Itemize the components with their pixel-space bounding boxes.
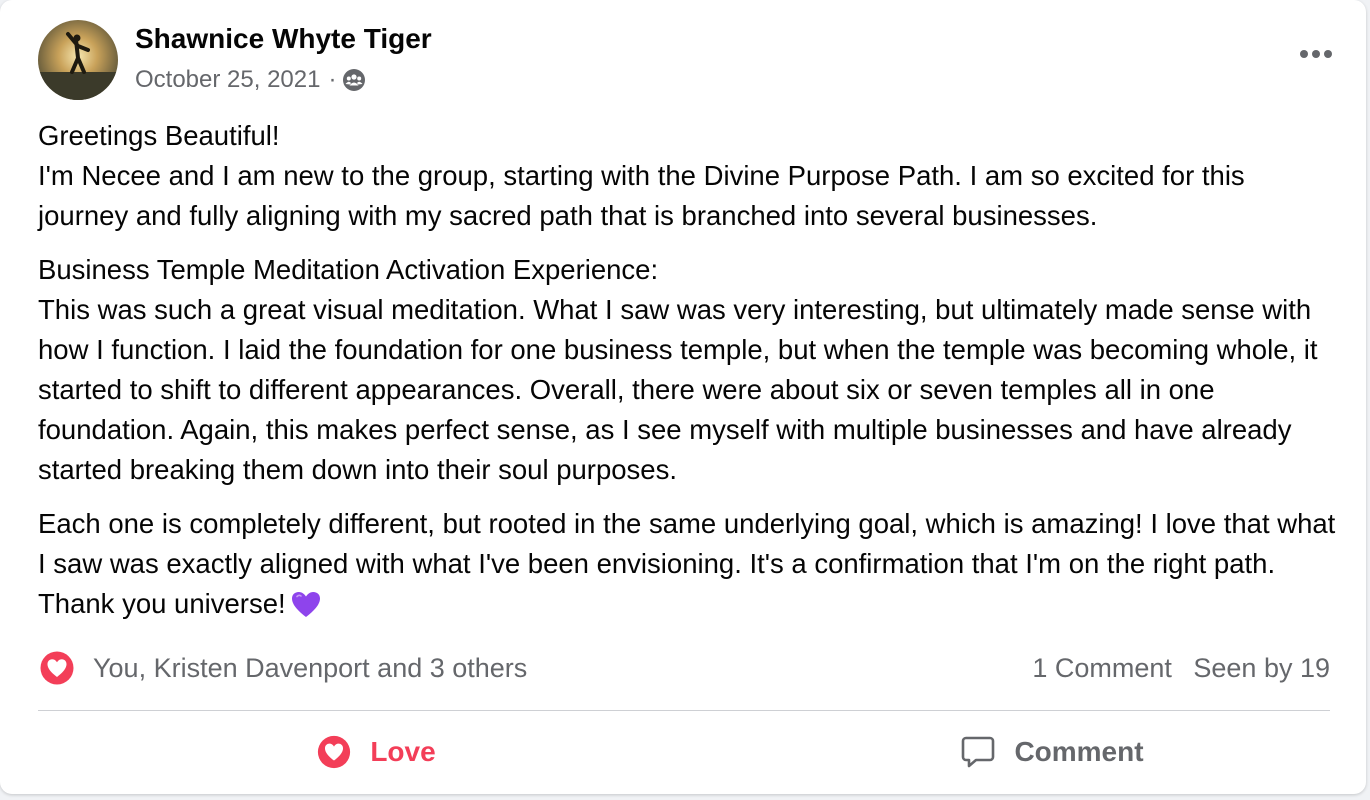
post-header: Shawnice Whyte Tiger October 25, 2021 · (38, 20, 1336, 100)
right-stats: 1 Comment Seen by 19 (1032, 653, 1330, 684)
reactions-text: You, Kristen Davenport and 3 others (93, 652, 528, 683)
more-options-button[interactable] (1296, 40, 1336, 70)
post-line: I'm Necee and I am new to the group, sta… (38, 160, 1245, 231)
action-bar: Love Comment (38, 718, 1330, 786)
comment-count[interactable]: 1 Comment (1032, 653, 1172, 683)
post-date[interactable]: October 25, 2021 (135, 66, 320, 94)
comment-icon (960, 734, 996, 770)
love-icon (316, 734, 352, 770)
post-body: Greetings Beautiful! I'm Necee and I am … (38, 116, 1338, 638)
love-button[interactable]: Love (38, 718, 654, 786)
love-reaction-icon (38, 649, 76, 687)
post-meta: October 25, 2021 · (135, 66, 366, 94)
meta-separator: · (328, 66, 337, 93)
post-stats: You, Kristen Davenport and 3 others 1 Co… (38, 646, 1330, 690)
comment-button[interactable]: Comment (654, 718, 1330, 786)
post-line: Business Temple Meditation Activation Ex… (38, 254, 659, 285)
purple-heart-icon (290, 589, 322, 621)
more-horizontal-icon (1299, 46, 1333, 64)
post-card: Shawnice Whyte Tiger October 25, 2021 · (0, 0, 1366, 794)
post-paragraph: Each one is completely different, but ro… (38, 504, 1338, 624)
divider (38, 710, 1330, 711)
post-line: This was such a great visual meditation.… (38, 294, 1318, 485)
reactions-summary[interactable]: You, Kristen Davenport and 3 others (38, 649, 527, 687)
post-line-wrap: Each one is completely different, but ro… (38, 504, 1338, 624)
group-icon (342, 68, 366, 92)
seen-count[interactable]: Seen by 19 (1193, 653, 1330, 683)
post-line: Greetings Beautiful! (38, 120, 280, 151)
comment-label: Comment (1014, 736, 1144, 767)
post-line: Each one is completely different, but ro… (38, 508, 1336, 619)
avatar[interactable] (38, 20, 118, 100)
post-paragraph: Greetings Beautiful! I'm Necee and I am … (38, 116, 1338, 236)
post-paragraph: Business Temple Meditation Activation Ex… (38, 250, 1338, 490)
love-label: Love (370, 736, 436, 767)
author-name[interactable]: Shawnice Whyte Tiger (135, 23, 432, 55)
